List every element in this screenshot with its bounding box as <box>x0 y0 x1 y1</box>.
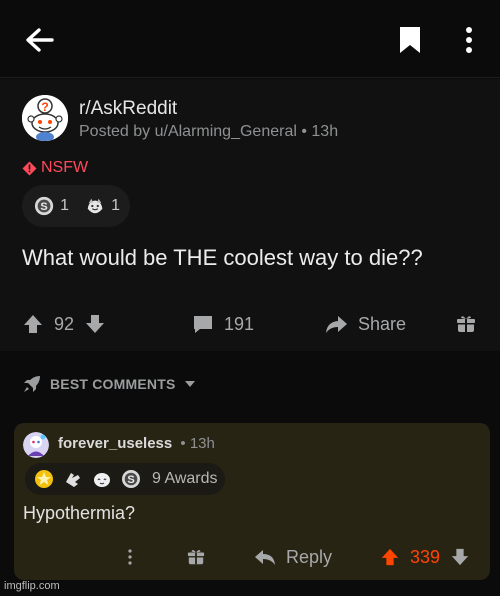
post-awards[interactable]: S 1 1 <box>22 185 130 227</box>
comment-meta: forever_useless • 13h <box>58 435 215 452</box>
subreddit-name[interactable]: r/AskReddit <box>79 98 177 120</box>
comment-score: 339 <box>410 546 441 567</box>
downvote-icon[interactable] <box>450 547 470 567</box>
svg-text:?: ? <box>41 100 48 114</box>
vertical-dots-icon <box>128 549 132 565</box>
comment-card: forever_useless • 13h S 9 Awards Hypothe… <box>14 423 490 580</box>
sort-label: BEST COMMENTS <box>50 376 176 392</box>
silver-award-icon: S <box>34 196 54 216</box>
svg-text:S: S <box>127 474 134 486</box>
comment-body: Hypothermia? <box>23 503 136 523</box>
gift-icon <box>187 550 205 565</box>
post-card: ? r/AskReddit Posted by u/Alarming_Gener… <box>0 79 500 351</box>
gold-star-award-icon <box>35 470 53 488</box>
comment-more-button[interactable] <box>125 540 135 574</box>
top-app-bar <box>0 0 500 78</box>
comment-awards[interactable]: S 9 Awards <box>25 463 225 495</box>
comment-count: 191 <box>224 313 255 334</box>
comment-awards-label: 9 Awards <box>152 470 218 487</box>
comment-action-bar: Reply 339 <box>14 540 490 574</box>
arrow-left-icon <box>26 28 54 52</box>
share-label: Share <box>358 313 407 334</box>
vertical-dots-icon <box>466 27 472 53</box>
upvote-count: 92 <box>54 313 75 334</box>
bookmark-button[interactable] <box>396 25 424 55</box>
silver-award-icon: S <box>122 470 140 488</box>
share-arrow-icon <box>326 316 347 333</box>
upvote-icon[interactable] <box>380 547 400 567</box>
vote-group: 92 <box>22 305 106 343</box>
more-options-button[interactable] <box>456 24 482 56</box>
rocket-icon <box>24 376 40 392</box>
caret-down-icon <box>184 381 195 387</box>
sort-comments-button[interactable]: BEST COMMENTS <box>22 373 196 395</box>
comment-award-button[interactable] <box>187 540 205 574</box>
award-count: 1 <box>60 197 69 214</box>
post-action-bar: 92 191 Share <box>0 305 500 343</box>
face-award-icon <box>94 473 110 487</box>
comment-vote-group: 339 <box>380 540 470 574</box>
bookmark-icon <box>400 27 420 53</box>
back-button[interactable] <box>22 24 56 56</box>
comments-button[interactable]: 191 <box>192 305 254 343</box>
reply-button[interactable]: Reply <box>254 540 332 574</box>
comment-sort-bar: BEST COMMENTS <box>0 351 500 415</box>
share-button[interactable]: Share <box>324 305 406 343</box>
reply-label: Reply <box>286 546 333 567</box>
gift-icon <box>457 316 475 332</box>
wholesome-award-icon <box>87 198 103 214</box>
comment-time: • 13h <box>180 435 215 452</box>
award-count: 1 <box>111 197 120 214</box>
comment-bubble-icon <box>194 316 212 333</box>
post-title[interactable]: What would be THE coolest way to die?? <box>22 245 423 271</box>
user-avatar-icon <box>23 432 49 458</box>
svg-text:S: S <box>40 201 47 213</box>
subreddit-avatar[interactable]: ? <box>22 95 68 141</box>
watermark: imgflip.com <box>4 580 60 592</box>
downvote-icon[interactable] <box>84 313 106 335</box>
upvote-icon[interactable] <box>22 313 44 335</box>
post-meta[interactable]: Posted by u/Alarming_General • 13h <box>79 123 338 141</box>
give-award-button[interactable] <box>456 305 476 343</box>
commenter-avatar[interactable] <box>23 432 49 458</box>
hand-award-icon <box>66 473 80 487</box>
askreddit-logo-icon: ? <box>22 95 68 141</box>
nsfw-label: NSFW <box>41 159 89 176</box>
comment-username[interactable]: forever_useless <box>58 435 172 452</box>
reply-arrow-icon <box>255 550 275 565</box>
nsfw-tag: NSFW <box>22 159 88 177</box>
nsfw-diamond-icon <box>22 161 37 175</box>
